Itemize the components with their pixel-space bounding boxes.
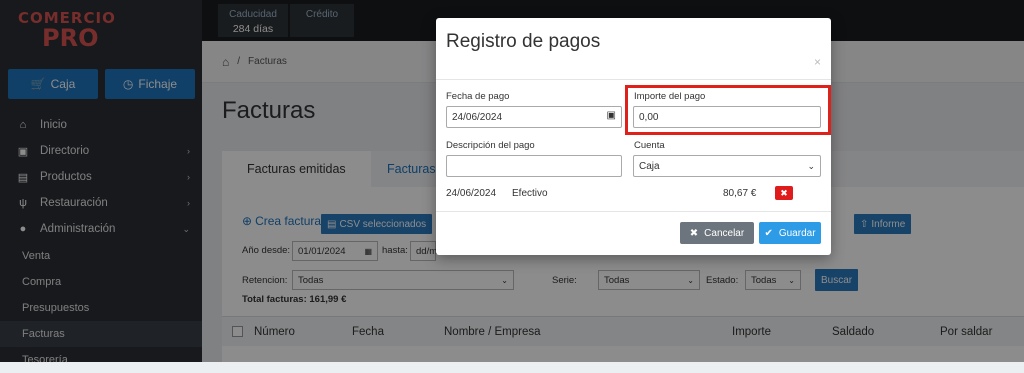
importe-pago-input[interactable]: 0,00 [633, 106, 821, 128]
cancel-label: Cancelar [704, 227, 745, 239]
close-icon: ✖ [780, 187, 788, 198]
calendar-icon[interactable]: ▣ [607, 110, 616, 121]
divider [436, 211, 831, 212]
save-button[interactable]: ✔ Guardar [759, 222, 821, 244]
payment-registration-modal: Registro de pagos × Fecha de pago 24/06/… [436, 18, 831, 255]
modal-title: Registro de pagos [446, 31, 601, 52]
importe-pago-value: 0,00 [639, 111, 659, 123]
payment-method: Efectivo [512, 188, 548, 199]
delete-payment-button[interactable]: ✖ [775, 186, 793, 200]
close-icon[interactable]: × [814, 55, 821, 69]
fecha-pago-input[interactable]: 24/06/2024 ▣ [446, 106, 622, 128]
importe-pago-label: Importe del pago [634, 91, 706, 102]
payment-amount: 80,67 € [723, 188, 757, 199]
payment-date: 24/06/2024 [446, 188, 497, 199]
cancel-button[interactable]: ✖ Cancelar [680, 222, 754, 244]
divider [436, 79, 831, 80]
check-icon: ✔ [764, 227, 773, 239]
cuenta-value: Caja [639, 160, 660, 172]
cuenta-label: Cuenta [634, 140, 665, 151]
close-icon: ✖ [689, 227, 699, 239]
fecha-pago-label: Fecha de pago [446, 91, 510, 102]
cuenta-select[interactable]: Caja ⌄ [633, 155, 821, 177]
fecha-pago-value: 24/06/2024 [452, 111, 503, 123]
chevron-down-icon: ⌄ [807, 160, 815, 171]
descripcion-pago-input[interactable] [446, 155, 622, 177]
descripcion-pago-label: Descripción del pago [446, 140, 535, 151]
save-label: Guardar [778, 227, 816, 239]
